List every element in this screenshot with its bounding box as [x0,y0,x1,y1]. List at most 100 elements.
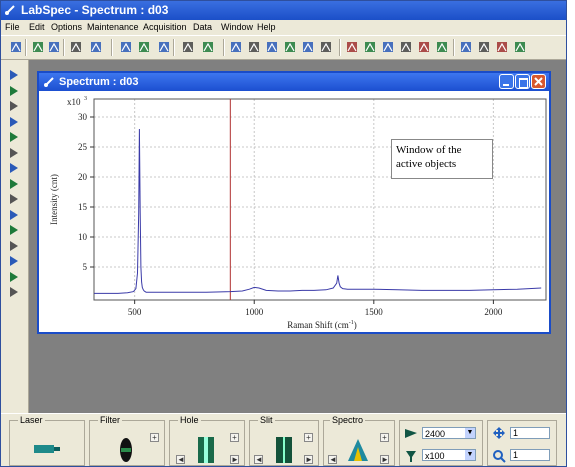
hole-add-button[interactable]: + [230,433,239,442]
y-tick-label: 15 [78,202,88,212]
slit-add-button[interactable]: + [304,433,313,442]
text-icon[interactable] [7,208,21,222]
filter-group: Filter + [89,415,165,466]
user-icon[interactable] [7,270,21,284]
menu-maintenance[interactable]: Maintenance [87,20,139,35]
menu-window[interactable]: Window [221,20,253,35]
save-icon[interactable] [47,40,61,54]
peak-icon[interactable] [181,40,195,54]
cursor-icon[interactable] [137,40,151,54]
spectro-add-button[interactable]: + [380,433,389,442]
menu-options[interactable]: Options [51,20,82,35]
laser-label: Laser [18,415,45,425]
export-icon[interactable] [319,40,333,54]
scale-icon[interactable] [157,40,171,54]
hole-left-button[interactable]: ◄ [176,455,185,464]
slit-label: Slit [258,415,275,425]
x-tick-label: 500 [128,307,142,317]
open-icon[interactable] [31,40,45,54]
fit-icon[interactable] [283,40,297,54]
y-axis-label: Intensity (cnt) [49,174,59,225]
position-field[interactable]: 1 [510,427,550,439]
maximize-button[interactable] [515,74,530,89]
peak-label-icon[interactable] [7,223,21,237]
magnify-icon[interactable] [7,254,21,268]
spectrum-titlebar[interactable]: Spectrum : d03 [39,73,549,91]
x-axis-label-close: ) [354,320,357,330]
menu-acquisition[interactable]: Acquisition [143,20,187,35]
filter-icon[interactable] [435,40,449,54]
select-icon[interactable] [7,146,21,160]
objective-value: x100 [425,451,445,461]
chevron-down-icon[interactable]: ▼ [465,428,475,438]
laser-icon[interactable] [32,441,62,457]
rect-icon[interactable] [7,161,21,175]
active-objects-note: Window of the active objects [391,139,493,179]
move-icon[interactable] [7,239,21,253]
app-title: LabSpec - Spectrum : d03 [21,3,169,17]
left-toolbar [1,60,29,413]
hole-label: Hole [178,415,201,425]
grating-select[interactable]: 2400 ▼ [422,427,476,439]
toolbar-separator [63,39,65,56]
hole-right-button[interactable]: ► [230,455,239,464]
line-icon[interactable] [7,177,21,191]
slit-right-button[interactable]: ► [304,455,313,464]
print-icon[interactable] [69,40,83,54]
plot-area[interactable]: 500 1000 1500 2000 5 10 15 20 25 30 x10 3 Raman Shif… [39,91,549,332]
grating-group: 2400 ▼ x100 ▼ [399,420,483,466]
image-icon[interactable] [247,40,261,54]
overlay-icon[interactable] [265,40,279,54]
slit-left-button[interactable]: ◄ [254,455,263,464]
slit-icon[interactable] [274,435,294,465]
focus-field[interactable]: 1 [510,449,550,461]
close-button[interactable] [531,74,546,89]
grating-value: 2400 [425,429,446,439]
menu-file[interactable]: File [5,20,20,35]
pointer-icon[interactable] [7,68,21,82]
filter-icon[interactable] [118,437,134,463]
help-icon[interactable] [89,40,103,54]
zoom-icon[interactable] [513,40,527,54]
marker-icon[interactable] [7,192,21,206]
stats-icon[interactable] [495,40,509,54]
menu-edit[interactable]: Edit [29,20,45,35]
spectrum-chart[interactable]: 500 1000 1500 2000 5 10 15 20 25 30 x10 3 Raman Shif… [39,91,549,332]
spectrum-icon[interactable] [229,40,243,54]
zoom-x-icon[interactable] [7,84,21,98]
y-multiplier: x10 [67,97,81,107]
grid-icon[interactable] [301,40,315,54]
spectrometer-icon[interactable] [344,435,372,465]
hole-icon[interactable] [196,435,216,465]
spectro-left-button[interactable]: ◄ [328,455,337,464]
app-titlebar: LabSpec - Spectrum : d03 [1,1,566,20]
y-multiplier-exponent: 3 [84,96,87,102]
grid-icon[interactable] [7,285,21,299]
peaks-icon[interactable] [363,40,377,54]
zoom-xy-icon[interactable] [7,115,21,129]
transfer-icon[interactable] [345,40,359,54]
menu-data[interactable]: Data [193,20,212,35]
menu-help[interactable]: Help [257,20,276,35]
spectrum-title: Spectrum : d03 [59,76,139,88]
y-tick-label: 10 [78,232,88,242]
multi-icon[interactable] [459,40,473,54]
display-icon[interactable] [9,40,23,54]
chevron-down-icon[interactable]: ▼ [465,450,475,460]
zoom-y-icon[interactable] [7,99,21,113]
normalize-icon[interactable] [399,40,413,54]
smooth-icon[interactable] [381,40,395,54]
subtract-icon[interactable] [417,40,431,54]
spectro-right-button[interactable]: ► [380,455,389,464]
move-icon[interactable] [119,40,133,54]
objective-select[interactable]: x100 ▼ [422,449,476,461]
baseline-icon[interactable] [201,40,215,54]
map-icon[interactable] [477,40,491,54]
minimize-button[interactable] [499,74,514,89]
filter-add-button[interactable]: + [150,433,159,442]
x-axis-label: Raman Shift (cm-1) [287,320,357,330]
toolbar-separator [25,39,27,56]
spectrum-icon [44,77,54,87]
shift-icon[interactable] [7,130,21,144]
focus-icon [493,450,506,463]
